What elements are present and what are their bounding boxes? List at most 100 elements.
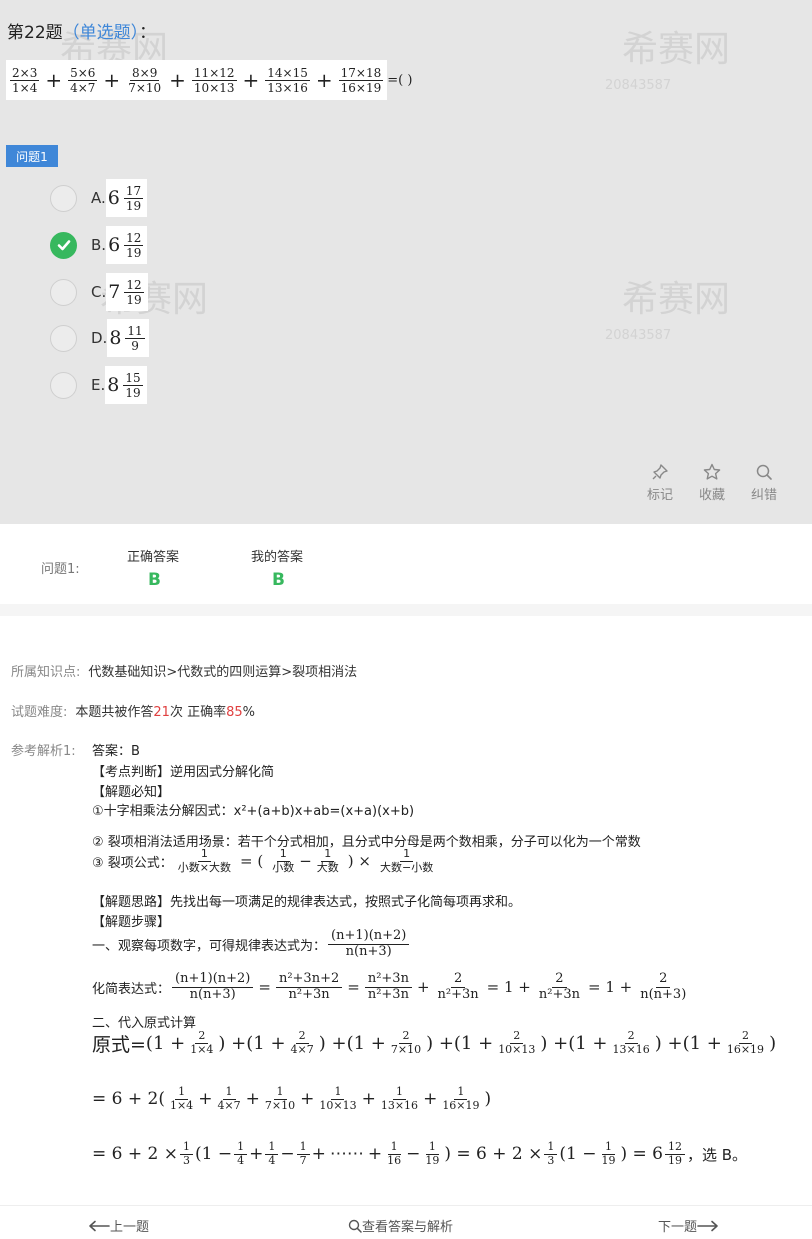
denominator: n²+3n	[538, 986, 580, 1002]
watermark-brand: 希赛网	[622, 29, 731, 70]
option-value: 6 12 19	[106, 226, 148, 264]
option-d[interactable]: D. 8 11 9	[50, 318, 149, 358]
numerator: (n+1)(n+2)	[328, 928, 410, 945]
term-denominator: 16×19	[340, 80, 382, 95]
fraction: 12 19	[664, 1140, 685, 1167]
radio-unchecked-icon[interactable]	[50, 184, 77, 212]
knowledge-value: 代数基础知识>代数式的四则运算>裂项相消法	[88, 665, 358, 680]
analysis-step1: 一、观察每项数字，可得规律表达式为： (n+1)(n+2) n(n+3)	[92, 928, 411, 960]
numerator: 12	[664, 1140, 685, 1155]
answer-summary: 问题1: 正确答案 B 我的答案 B	[0, 534, 812, 604]
plus-sign: +	[416, 978, 430, 997]
formula-box: 2×3 1×4 + 5×6 4×7 + 8×9 7×10 + 11×12 10×13 +…	[6, 60, 388, 100]
next-button[interactable]: 下一题	[658, 1216, 719, 1235]
denominator: n(n+3)	[640, 986, 687, 1002]
watermark-id: 20843587	[605, 328, 672, 343]
denominator: 13×16	[612, 1043, 650, 1056]
fraction: 17	[296, 1140, 310, 1167]
question-title: 第22题（单选题）：	[7, 18, 156, 43]
plus-sign: +	[315, 68, 333, 92]
numerator: n²+3n	[364, 971, 412, 988]
equals-sign: = 1 +	[486, 978, 531, 997]
report-label: 纠错	[750, 488, 777, 503]
checkmark-icon[interactable]	[50, 231, 77, 259]
formula-term: 17×18 16×19	[338, 66, 384, 95]
option-value: 6 17 19	[105, 179, 148, 217]
option-label: E.	[91, 376, 106, 394]
denominator: 4	[268, 1153, 276, 1167]
ellipsis: ⋯⋯	[329, 1144, 364, 1165]
term-denominator: 13×16	[267, 80, 308, 95]
fraction: 2 16×19	[724, 1030, 767, 1056]
fraction: n²+3n+2 n²+3n	[275, 971, 343, 1003]
option-e[interactable]: E. 8 15 19	[50, 365, 147, 405]
watermark-id: 20843587	[605, 78, 672, 93]
answer-question-label: 问题1:	[41, 562, 80, 577]
report-error-button[interactable]: 纠错	[744, 463, 784, 503]
fraction: 1 16	[384, 1140, 404, 1167]
option-a[interactable]: A. 6 17 19	[50, 178, 148, 218]
option-whole: 7	[108, 281, 121, 303]
formula-fraction: 1 小数×大数	[175, 847, 234, 874]
analysis-answer: 答案：B	[92, 744, 140, 759]
fraction: 13	[544, 1140, 558, 1167]
prev-button[interactable]: 上一题	[88, 1216, 149, 1235]
option-whole: 8	[107, 374, 120, 396]
correct-answer-header: 正确答案	[127, 550, 180, 565]
numerator: 1	[276, 847, 290, 862]
formula-term: 8×9 7×10	[126, 66, 163, 95]
term-numerator: 8×9	[130, 65, 160, 81]
option-denominator: 19	[126, 245, 142, 260]
denominator: 16	[387, 1153, 402, 1167]
radio-unchecked-icon[interactable]	[50, 371, 77, 399]
option-numerator: 15	[123, 370, 143, 386]
radio-unchecked-icon[interactable]	[50, 278, 77, 306]
fraction: 2 n²+3n	[435, 971, 482, 1003]
pin-icon	[652, 464, 668, 480]
formula-fraction: 1 大数	[314, 847, 342, 874]
denominator: 小数×大数	[177, 860, 232, 874]
my-answer-header: 我的答案	[251, 550, 304, 565]
option-b[interactable]: B. 6 12 19	[50, 225, 148, 265]
denominator: 7×10	[390, 1043, 422, 1056]
option-denominator: 19	[125, 385, 141, 400]
analysis-step2: 二、代入原式计算	[92, 1016, 197, 1031]
difficulty-label: 试题难度:	[11, 705, 68, 720]
numerator: 2	[656, 971, 671, 988]
question-tag: 问题1	[6, 145, 58, 167]
view-answer-button[interactable]: 查看答案与解析	[348, 1216, 453, 1235]
option-whole: 8	[109, 327, 122, 349]
item3-prefix: ③ 裂项公式：	[92, 855, 173, 871]
denominator: 13×16	[380, 1098, 419, 1112]
analysis-must: 【解题必知】	[92, 785, 171, 800]
denominator: 19	[667, 1153, 682, 1167]
option-c[interactable]: C. 7 12 19	[50, 272, 148, 312]
my-answer-value: B	[272, 570, 285, 590]
knowledge-point: 所属知识点: 代数基础知识>代数式的四则运算>裂项相消法	[11, 661, 357, 680]
conclusion: ，选 B。	[686, 1145, 748, 1164]
fraction: 13	[179, 1140, 193, 1167]
fraction: 2 13×16	[610, 1030, 653, 1056]
star-icon	[703, 463, 721, 480]
denominator: 1×4	[190, 1043, 214, 1056]
mark-button[interactable]: 标记	[640, 463, 680, 503]
bottom-nav: 上一题 查看答案与解析 下一题	[0, 1205, 812, 1239]
fraction: n²+3n n²+3n	[364, 971, 412, 1003]
term-denominator: 10×13	[193, 80, 235, 95]
fraction: 2 1×4	[187, 1030, 216, 1056]
calc-line-2: = 6 + 2( 1 1×4 + 1 4×7 + 1 7×10 + 1 10×13 + 1 13×…	[92, 1085, 492, 1112]
fraction: (n+1)(n+2) n(n+3)	[172, 971, 254, 1003]
term-denominator: 1×4	[12, 80, 38, 95]
analysis-item3: ③ 裂项公式： 1 小数×大数 = ( 1 小数 − 1 大数 ) × 1 大数−小数	[92, 847, 438, 874]
radio-unchecked-icon[interactable]	[50, 324, 77, 352]
difficulty-prefix: 本题共被作答	[75, 705, 154, 720]
fraction: 2 n²+3n	[536, 971, 583, 1003]
question-formula: 2×3 1×4 + 5×6 4×7 + 8×9 7×10 + 11×12 10×13 +…	[6, 60, 412, 100]
section-divider	[0, 604, 812, 616]
option-fraction: 11 9	[125, 324, 145, 353]
fraction: 1 13×16	[378, 1085, 421, 1112]
option-label: A.	[91, 189, 106, 207]
analysis-item1: ①十字相乘法分解因式：x²+(a+b)x+ab=(x+a)(x+b)	[92, 804, 415, 819]
denominator: 4×7	[290, 1043, 314, 1056]
favorite-button[interactable]: 收藏	[692, 463, 732, 503]
